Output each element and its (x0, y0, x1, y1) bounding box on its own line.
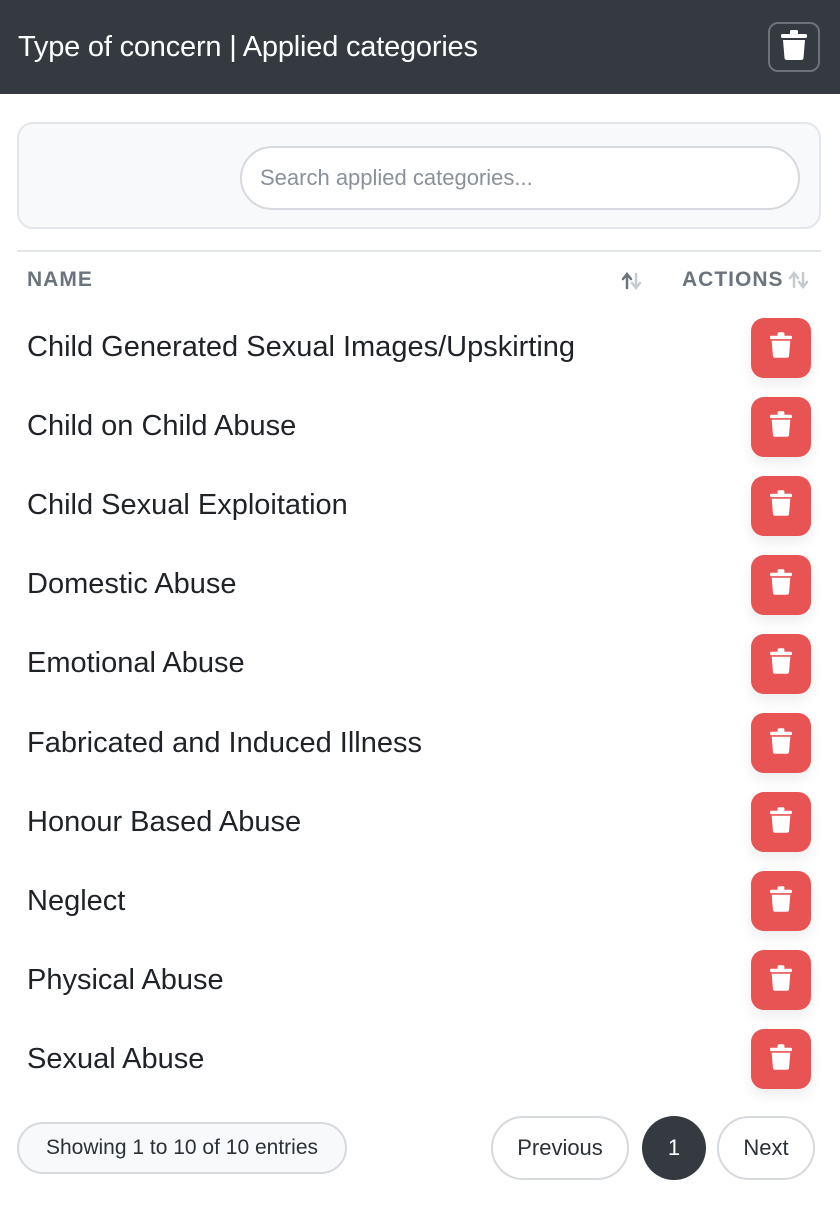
table-row: Child Sexual Exploitation (0, 466, 840, 545)
table-row: Honour Based Abuse (0, 783, 840, 862)
search-input[interactable] (240, 146, 800, 210)
table-row: Child Generated Sexual Images/Upskirting (0, 308, 840, 387)
sort-icon (788, 271, 810, 289)
search-panel (17, 122, 821, 229)
trash-icon (770, 411, 792, 442)
category-name: Fabricated and Induced Illness (27, 726, 422, 759)
delete-category-button[interactable] (751, 475, 811, 536)
delete-category-button[interactable] (751, 317, 811, 378)
delete-category-button[interactable] (751, 871, 811, 932)
trash-icon (770, 648, 792, 679)
table-row: Neglect (0, 862, 840, 941)
trash-icon (770, 569, 792, 600)
previous-button[interactable]: Previous (491, 1116, 629, 1180)
trash-icon (781, 29, 807, 65)
table-body: Child Generated Sexual Images/Upskirting… (0, 308, 840, 1099)
trash-icon (770, 806, 792, 838)
delete-category-button[interactable] (751, 1029, 811, 1090)
trash-icon (770, 1044, 792, 1075)
entries-info: Showing 1 to 10 of 10 entries (17, 1122, 347, 1174)
trash-icon (770, 886, 792, 917)
category-name: Emotional Abuse (27, 647, 245, 680)
trash-icon (770, 332, 792, 363)
category-name: Honour Based Abuse (27, 805, 302, 838)
page-title: Type of concern | Applied categories (18, 30, 478, 63)
category-name: Child on Child Abuse (27, 410, 297, 443)
table-row: Sexual Abuse (0, 1020, 840, 1099)
category-name: Physical Abuse (27, 963, 224, 996)
trash-icon (770, 965, 792, 996)
sort-icon[interactable] (621, 271, 643, 295)
page-1-button[interactable]: 1 (642, 1116, 706, 1180)
clear-all-button[interactable] (768, 22, 820, 72)
column-header-actions[interactable]: ACTIONS (682, 268, 810, 292)
table-row: Fabricated and Induced Illness (0, 703, 840, 782)
delete-category-button[interactable] (751, 950, 811, 1011)
next-button[interactable]: Next (717, 1116, 815, 1180)
category-name: Sexual Abuse (27, 1042, 205, 1075)
column-header-name[interactable]: NAME (27, 268, 93, 292)
table-row: Child on Child Abuse (0, 387, 840, 466)
category-name: Child Generated Sexual Images/Upskirting (27, 331, 576, 364)
delete-category-button[interactable] (751, 396, 811, 457)
trash-icon (770, 727, 792, 759)
delete-category-button[interactable] (751, 792, 811, 853)
trash-icon (770, 490, 792, 521)
table-divider (17, 250, 821, 252)
page-header: Type of concern | Applied categories (0, 0, 840, 94)
table-row: Emotional Abuse (0, 624, 840, 703)
category-name: Neglect (27, 884, 126, 917)
delete-category-button[interactable] (751, 713, 811, 774)
category-name: Child Sexual Exploitation (27, 489, 348, 522)
delete-category-button[interactable] (751, 554, 811, 615)
table-row: Physical Abuse (0, 941, 840, 1020)
delete-category-button[interactable] (751, 633, 811, 694)
category-name: Domestic Abuse (27, 568, 237, 601)
table-row: Domestic Abuse (0, 545, 840, 624)
